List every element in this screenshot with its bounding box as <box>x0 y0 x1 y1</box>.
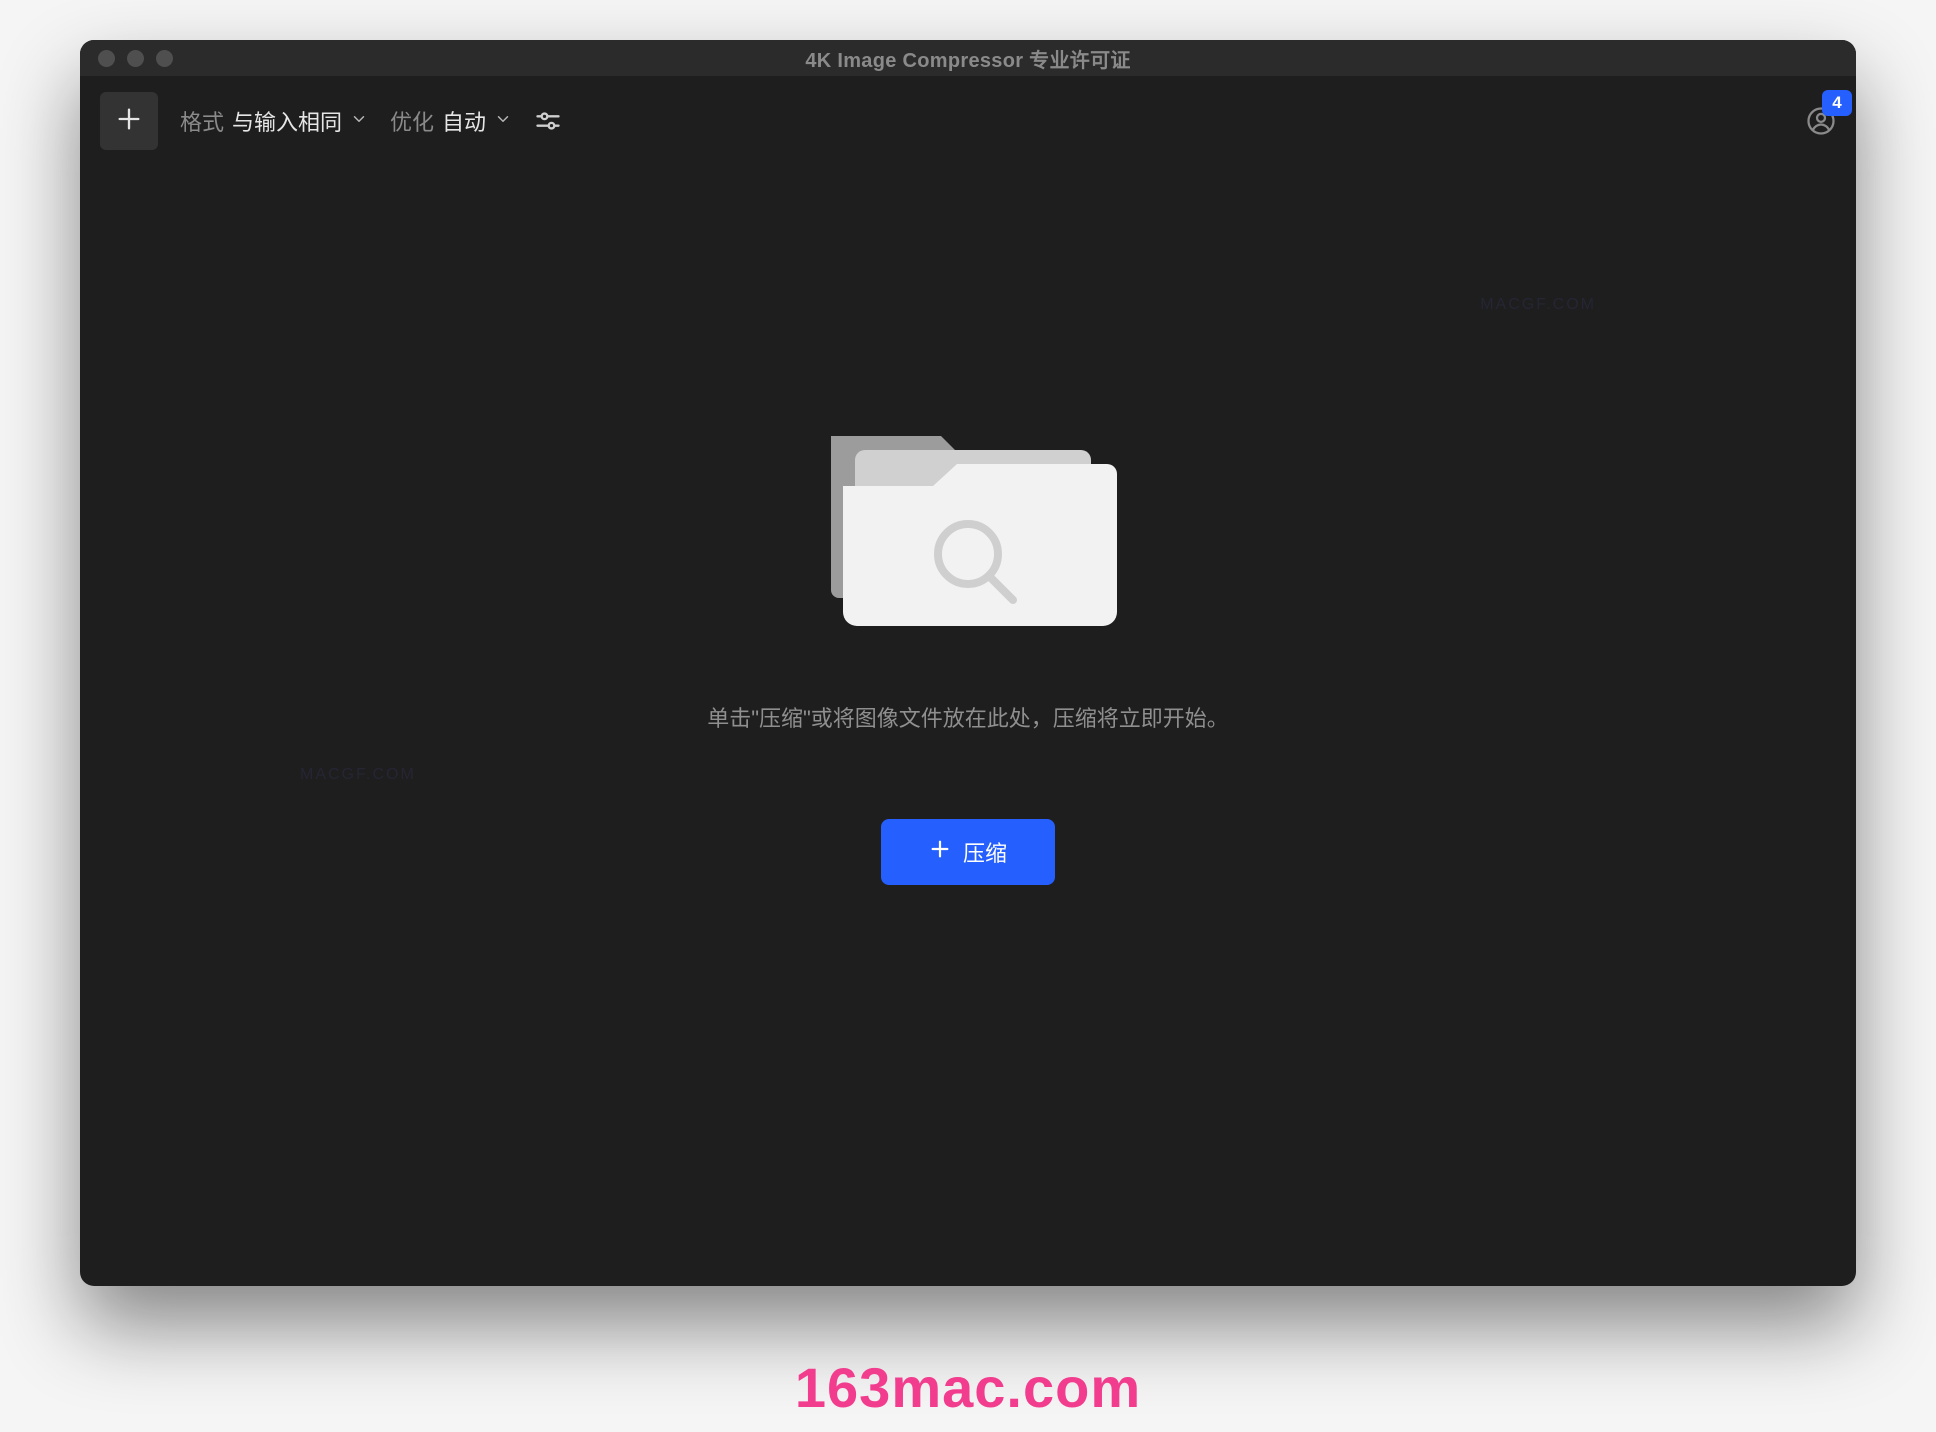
site-watermark: 163mac.com <box>795 1355 1141 1420</box>
format-dropdown[interactable]: 格式 与输入相同 <box>180 105 368 137</box>
drop-zone[interactable]: MACGF.COM MACGF.COM 单击"压缩"或将图像文件放在此处，压缩将… <box>80 166 1856 1286</box>
traffic-lights <box>98 50 173 67</box>
chevron-down-icon <box>494 108 512 134</box>
folder-search-icon <box>813 396 1123 655</box>
add-files-button[interactable] <box>100 92 158 150</box>
format-label: 格式 <box>180 105 224 137</box>
watermark-text: MACGF.COM <box>1480 296 1596 314</box>
optimize-dropdown[interactable]: 优化 自动 <box>390 105 512 137</box>
drop-hint-text: 单击"压缩"或将图像文件放在此处，压缩将立即开始。 <box>707 701 1229 733</box>
toolbar: 格式 与输入相同 优化 自动 <box>80 76 1856 166</box>
plus-icon <box>929 838 951 866</box>
fullscreen-window-button[interactable] <box>156 50 173 67</box>
plus-icon <box>115 105 143 138</box>
window-title: 4K Image Compressor 专业许可证 <box>80 44 1856 73</box>
format-value: 与输入相同 <box>232 105 342 137</box>
close-window-button[interactable] <box>98 50 115 67</box>
compress-button-label: 压缩 <box>963 836 1007 868</box>
account-button[interactable]: 4 <box>1806 106 1836 136</box>
notification-badge: 4 <box>1822 90 1852 116</box>
minimize-window-button[interactable] <box>127 50 144 67</box>
app-window: 4K Image Compressor 专业许可证 格式 与输入相同 优化 自动 <box>80 40 1856 1286</box>
optimize-label: 优化 <box>390 105 434 137</box>
titlebar: 4K Image Compressor 专业许可证 <box>80 40 1856 76</box>
user-icon <box>1806 123 1836 140</box>
chevron-down-icon <box>350 108 368 134</box>
compress-button[interactable]: 压缩 <box>881 819 1055 885</box>
watermark-text: MACGF.COM <box>300 766 416 784</box>
optimize-value: 自动 <box>442 105 486 137</box>
settings-button[interactable] <box>534 107 562 135</box>
